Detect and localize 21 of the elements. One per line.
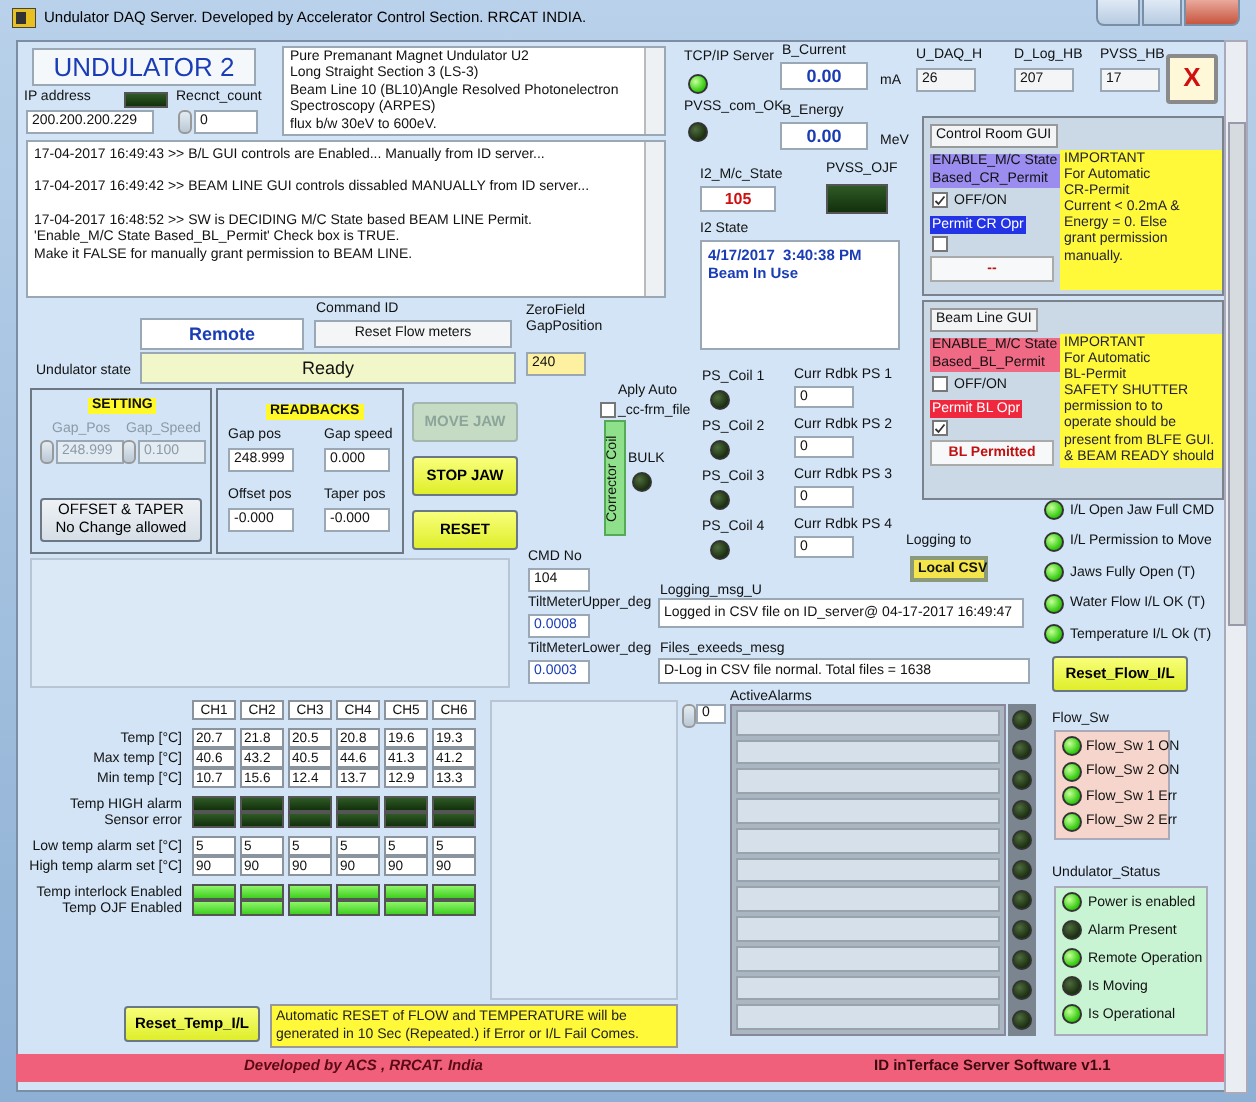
app-icon (12, 8, 36, 28)
spinner-control[interactable] (682, 704, 696, 728)
spinner-control (40, 440, 54, 464)
spinner-control[interactable] (178, 110, 192, 134)
checkbox[interactable] (932, 192, 948, 208)
state-display: Ready (140, 352, 516, 384)
beam-current-display: 0.00 (780, 62, 868, 90)
scrollbar[interactable] (1224, 40, 1248, 1094)
device-name-display: UNDULATOR 2 (32, 48, 256, 86)
checkbox[interactable] (932, 236, 948, 252)
checkbox[interactable] (932, 376, 948, 392)
exit-button[interactable]: X (1166, 54, 1218, 104)
beam-energy-display: 0.00 (780, 122, 868, 150)
machine-state-field: 105 (700, 186, 776, 212)
checkbox[interactable] (600, 402, 616, 418)
mode-display: Remote (140, 318, 304, 350)
minimize-button[interactable] (1096, 0, 1140, 26)
maximize-button[interactable] (1142, 0, 1182, 26)
close-button[interactable] (1184, 0, 1240, 26)
spinner-control (122, 440, 136, 464)
checkbox[interactable] (932, 420, 948, 436)
